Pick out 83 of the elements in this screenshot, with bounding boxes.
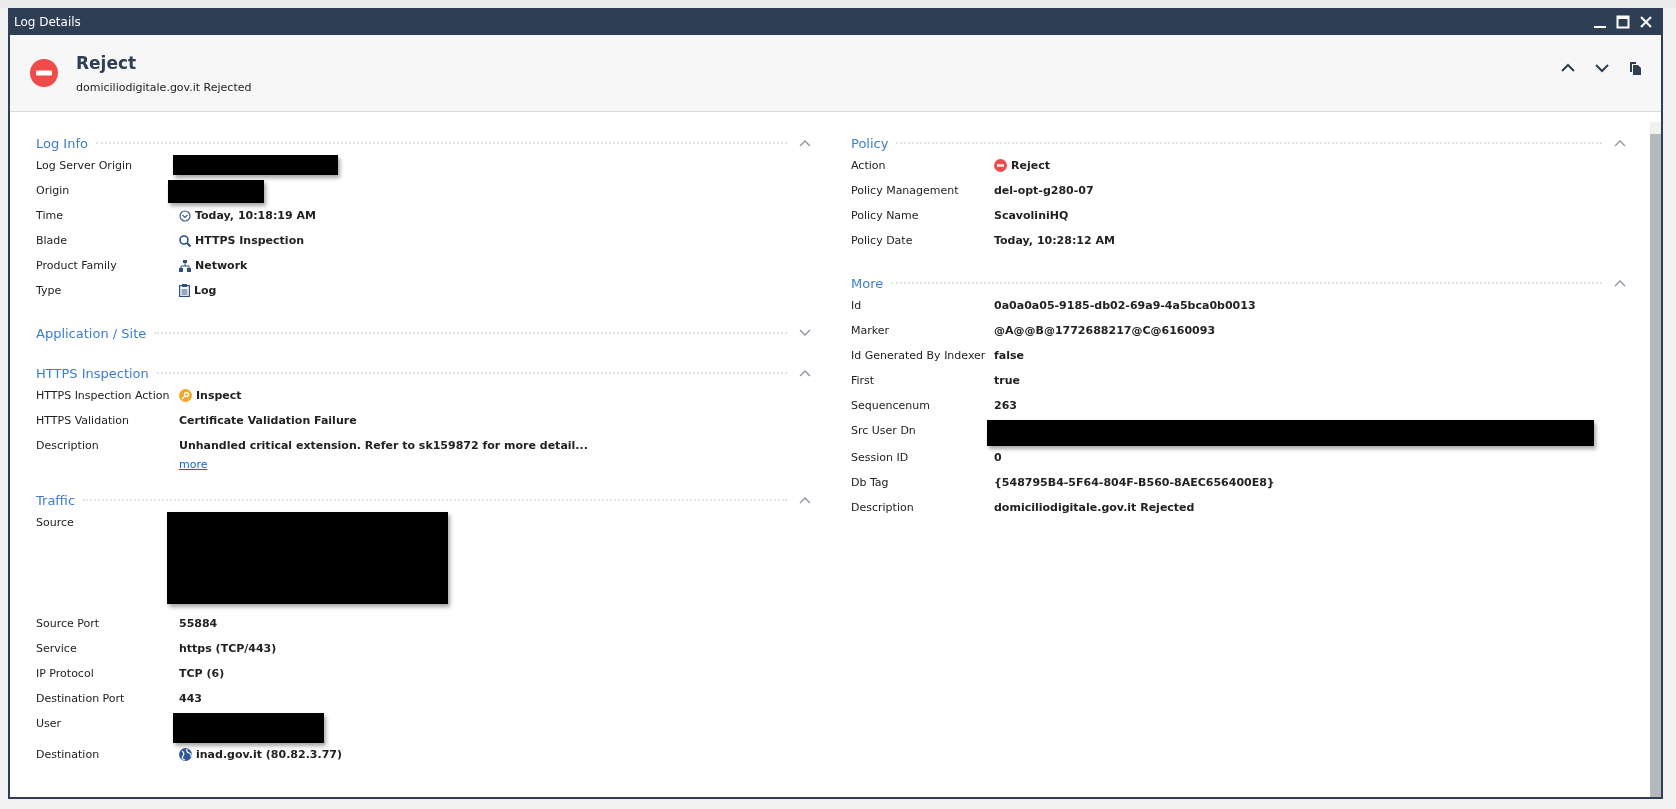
field-label: Destination	[36, 747, 101, 761]
field-value: 55884	[179, 617, 218, 630]
key-icon	[179, 389, 192, 402]
field-value: Unhandled critical extension. Refer to sk159872 for more detail...	[179, 439, 588, 452]
field-value: Log	[194, 284, 217, 297]
field-label: Id Generated By Indexer	[851, 348, 987, 362]
section-title: Log Info	[36, 135, 88, 151]
field-label: Service	[36, 641, 78, 655]
field-value: HTTPS Inspection	[195, 234, 305, 247]
reject-icon	[30, 59, 58, 87]
field-label: Type	[36, 283, 63, 297]
field-label: HTTPS Inspection Action	[36, 388, 171, 402]
field-value: inad.gov.it (80.82.3.77)	[196, 748, 342, 761]
field-label: Source Port	[36, 616, 101, 630]
field-label: Policy Name	[851, 208, 920, 222]
reject-icon	[994, 159, 1007, 172]
window-title: Log Details	[14, 14, 81, 29]
clock-icon	[179, 209, 191, 222]
section-title: Traffic	[36, 492, 76, 508]
close-icon[interactable]	[1639, 14, 1653, 29]
field-value: false	[994, 349, 1024, 362]
field-value: 0	[994, 451, 1002, 464]
field-label: Description	[36, 438, 100, 452]
field-label: Session ID	[851, 450, 910, 464]
field-label: Marker	[851, 323, 891, 337]
collapse-chevron-icon[interactable]	[1614, 139, 1626, 147]
network-icon	[179, 259, 191, 272]
field-label: Origin	[36, 183, 71, 197]
field-label: Policy Date	[851, 233, 914, 247]
field-value: Reject	[1011, 159, 1050, 172]
field-label: Db Tag	[851, 475, 890, 489]
field-label: Log Server Origin	[36, 158, 133, 172]
field-label: Source	[36, 515, 75, 529]
field-label: Sequencenum	[851, 398, 931, 412]
field-value: @A@@B@1772688217@C@6160093	[994, 324, 1216, 337]
section-title: Policy	[851, 135, 889, 151]
section-title: Application / Site	[36, 325, 147, 341]
collapse-chevron-icon[interactable]	[799, 369, 811, 377]
field-label: Policy Management	[851, 183, 960, 197]
magnifier-icon	[179, 234, 191, 247]
field-value: TCP (6)	[179, 667, 225, 680]
field-label: Blade	[36, 233, 69, 247]
field-value: true	[994, 374, 1020, 387]
field-value: ScavoliniHQ	[994, 209, 1069, 222]
field-value: domiciliodigitale.gov.it Rejected	[994, 501, 1195, 514]
field-value: https (TCP/443)	[179, 642, 277, 655]
field-label: Product Family	[36, 258, 118, 272]
collapse-chevron-icon[interactable]	[1614, 279, 1626, 287]
expand-chevron-icon[interactable]	[799, 329, 811, 337]
field-label: Description	[851, 500, 915, 514]
chevron-down-icon[interactable]	[1595, 63, 1609, 73]
clipboard-icon	[179, 284, 190, 297]
header-subtitle: domiciliodigitale.gov.it Rejected	[76, 80, 252, 94]
field-label: Action	[851, 158, 887, 172]
field-value: 263	[994, 399, 1017, 412]
section-title: More	[851, 275, 884, 291]
field-value: Today, 10:28:12 AM	[994, 234, 1115, 247]
field-value: Certificate Validation Failure	[179, 414, 357, 427]
field-label: First	[851, 373, 876, 387]
section-title: HTTPS Inspection	[36, 365, 149, 381]
globe-icon	[179, 748, 192, 761]
field-value: {548795B4-5F64-804F-B560-8AEC656400E8}	[994, 476, 1275, 489]
field-value: del-opt-g280-07	[994, 184, 1094, 197]
more-link[interactable]: more	[179, 458, 208, 471]
collapse-chevron-icon[interactable]	[799, 496, 811, 504]
chevron-up-icon[interactable]	[1561, 63, 1575, 73]
collapse-chevron-icon[interactable]	[799, 139, 811, 147]
field-value: 443	[179, 692, 202, 705]
maximize-icon[interactable]	[1616, 14, 1630, 29]
field-label: Time	[36, 208, 64, 222]
field-label: User	[36, 716, 63, 730]
field-label: HTTPS Validation	[36, 413, 130, 427]
field-label: Id	[851, 298, 863, 312]
header-title: Reject	[76, 52, 138, 73]
field-label: IP Protocol	[36, 666, 95, 680]
field-label: Destination Port	[36, 691, 126, 705]
field-value: Inspect	[196, 389, 242, 402]
copy-icon[interactable]	[1629, 61, 1641, 75]
scrollbar[interactable]	[1650, 122, 1661, 797]
field-value: 0a0a0a05-9185-db02-69a9-4a5bca0b0013	[994, 299, 1256, 312]
field-label: Src User Dn	[851, 423, 917, 437]
field-value: Today, 10:18:19 AM	[195, 209, 316, 222]
field-value: Network	[195, 259, 248, 272]
